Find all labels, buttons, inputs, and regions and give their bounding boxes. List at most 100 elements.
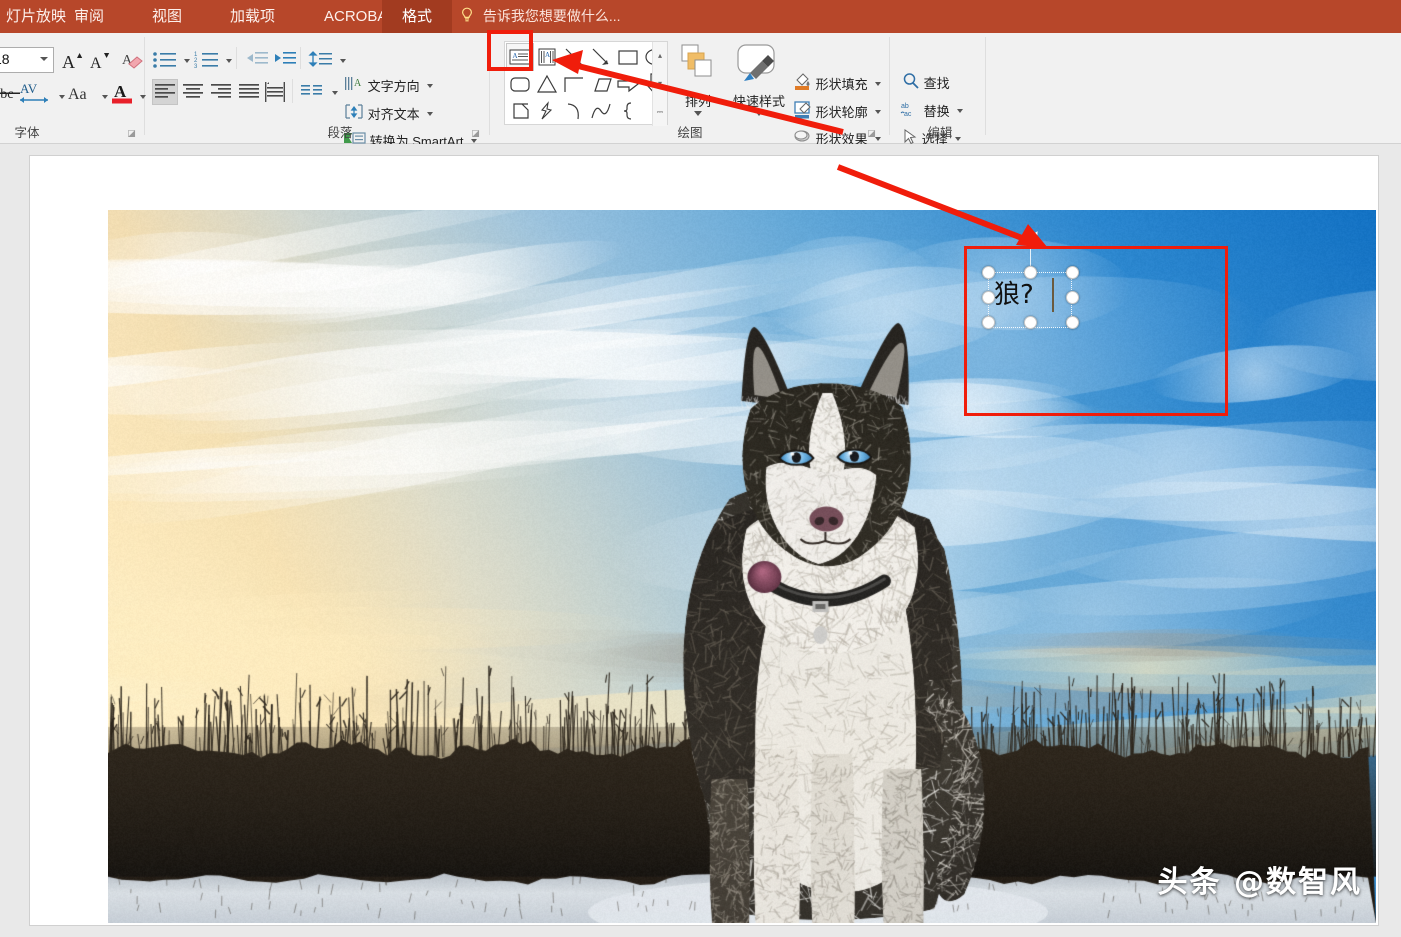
chevron-down-icon[interactable] [59,95,65,99]
bullet-list-button[interactable] [152,49,178,76]
chevron-down-icon [40,57,48,61]
tab-review[interactable]: 审阅 [62,0,116,33]
shape-parallelogram[interactable] [588,71,614,97]
shape-curve[interactable] [588,98,614,124]
quick-styles-button[interactable] [732,43,784,94]
powerpoint-window: 灯片放映 审阅 视图 加载项 ACROBAT 格式 告诉我您想要做什么... 1… [0,0,1401,937]
find-button[interactable]: 查找 [902,72,950,93]
find-label: 查找 [924,76,950,91]
shape-right-arrow[interactable] [615,71,641,97]
clear-formatting-button[interactable]: A [119,47,145,78]
line-spacing-button[interactable] [308,49,334,76]
shape-folded-corner[interactable] [507,98,533,124]
tell-me-placeholder: 告诉我您想要做什么... [483,8,621,24]
replace-label: 替换 [924,104,950,119]
group-label-font: 字体 [0,122,72,141]
shape-outline-button[interactable]: 形状轮廓 [794,100,881,123]
svg-text:Aa: Aa [68,86,87,103]
tab-addins[interactable]: 加载项 [218,0,287,33]
change-case-button[interactable]: Aa [66,81,96,110]
chevron-down-icon[interactable] [957,109,963,113]
shape-arc[interactable] [561,98,587,124]
text-direction-label: 文字方向 [368,79,420,94]
group-label-editing: 编辑 [900,122,980,141]
chevron-down-icon[interactable] [102,95,108,99]
shape-rectangle[interactable] [615,44,641,70]
align-left-button[interactable] [154,81,176,108]
gallery-scroll-down-button[interactable]: ▾ [653,70,667,97]
replace-button[interactable]: ab ac 替换 [900,100,963,121]
distribute-button[interactable] [264,81,286,110]
shape-left-brace[interactable] [615,98,641,124]
chevron-down-icon[interactable] [184,59,190,63]
align-center-button[interactable] [182,81,204,108]
svg-text:A: A [545,51,550,59]
shape-lightning[interactable] [534,98,560,124]
chevron-down-icon[interactable] [427,84,433,88]
shape-fill-icon [794,72,812,95]
shape-fill-label: 形状填充 [816,77,868,92]
shape-triangle[interactable] [534,71,560,97]
shape-line-arrow[interactable] [588,44,614,70]
svg-text:3: 3 [194,64,198,70]
tab-view[interactable]: 视图 [140,0,194,33]
chevron-down-icon[interactable] [332,91,338,95]
justify-button[interactable] [238,81,260,108]
group-separator [889,37,890,135]
increase-indent-button[interactable] [272,49,298,76]
svg-text:A: A [62,52,75,72]
shape-rounded-rectangle[interactable] [507,71,533,97]
chevron-down-icon[interactable] [226,59,232,63]
group-label-paragraph: 段落 [250,122,430,141]
slide-textbox-highlight [964,246,1228,416]
chevron-down-icon[interactable] [694,111,702,116]
columns-button[interactable] [300,81,324,108]
ribbon: 18 A A A abc [0,33,1401,144]
chevron-down-icon[interactable] [875,82,881,86]
character-spacing-button[interactable]: AV [18,79,52,112]
arrange-button[interactable] [676,43,720,94]
decrease-indent-button[interactable] [244,49,270,76]
text-direction-button[interactable]: A 文字方向 [344,75,433,96]
shape-outline-label: 形状轮廓 [816,105,868,120]
paragraph-dialog-launcher[interactable]: ◪ [470,128,481,139]
arrange-label: 排列 [672,91,724,110]
svg-text:abc: abc [0,87,13,102]
shape-right-triangle[interactable] [561,71,587,97]
drawing-dialog-launcher[interactable]: ◪ [866,128,877,139]
gallery-scroll-up-button[interactable]: ▴ [653,42,667,69]
text-direction-icon: A [344,75,364,96]
chevron-down-icon[interactable] [471,139,477,143]
tab-format[interactable]: 格式 [382,0,452,33]
svg-text:A: A [90,55,102,72]
shape-outline-icon [794,100,812,123]
lightbulb-icon [460,2,474,35]
svg-text:ac: ac [904,111,912,118]
shapes-gallery-scrollbar[interactable]: ▴ ▾ ⎓ [652,42,667,126]
increase-font-size-button[interactable]: A [58,47,84,78]
font-size-value: 18 [0,51,10,67]
chevron-down-icon[interactable] [427,112,433,116]
group-label-drawing: 绘图 [610,122,770,141]
decrease-font-size-button[interactable]: A [86,47,112,78]
chevron-down-icon[interactable] [340,59,346,63]
numbered-list-button[interactable]: 1 2 3 [194,49,220,76]
tell-me-box[interactable]: 告诉我您想要做什么... [460,0,621,33]
replace-icon: ab ac [900,100,920,121]
shape-vertical-text-box[interactable]: A [534,44,560,70]
search-icon [902,72,920,93]
font-dialog-launcher[interactable]: ◪ [126,128,137,139]
group-separator [985,37,986,135]
align-text-label: 对齐文本 [368,107,420,122]
align-text-button[interactable]: 对齐文本 [344,103,433,124]
align-right-button[interactable] [210,81,232,108]
shape-fill-button[interactable]: 形状填充 [794,72,881,95]
chevron-down-icon[interactable] [755,111,763,116]
font-size-input[interactable]: 18 [0,47,54,73]
gallery-more-button[interactable]: ⎓ [653,98,667,125]
shape-line[interactable] [561,44,587,70]
quick-styles-label: 快速样式 [726,91,792,110]
chevron-down-icon[interactable] [140,95,146,99]
font-color-button[interactable]: A [110,79,136,112]
chevron-down-icon[interactable] [875,110,881,114]
